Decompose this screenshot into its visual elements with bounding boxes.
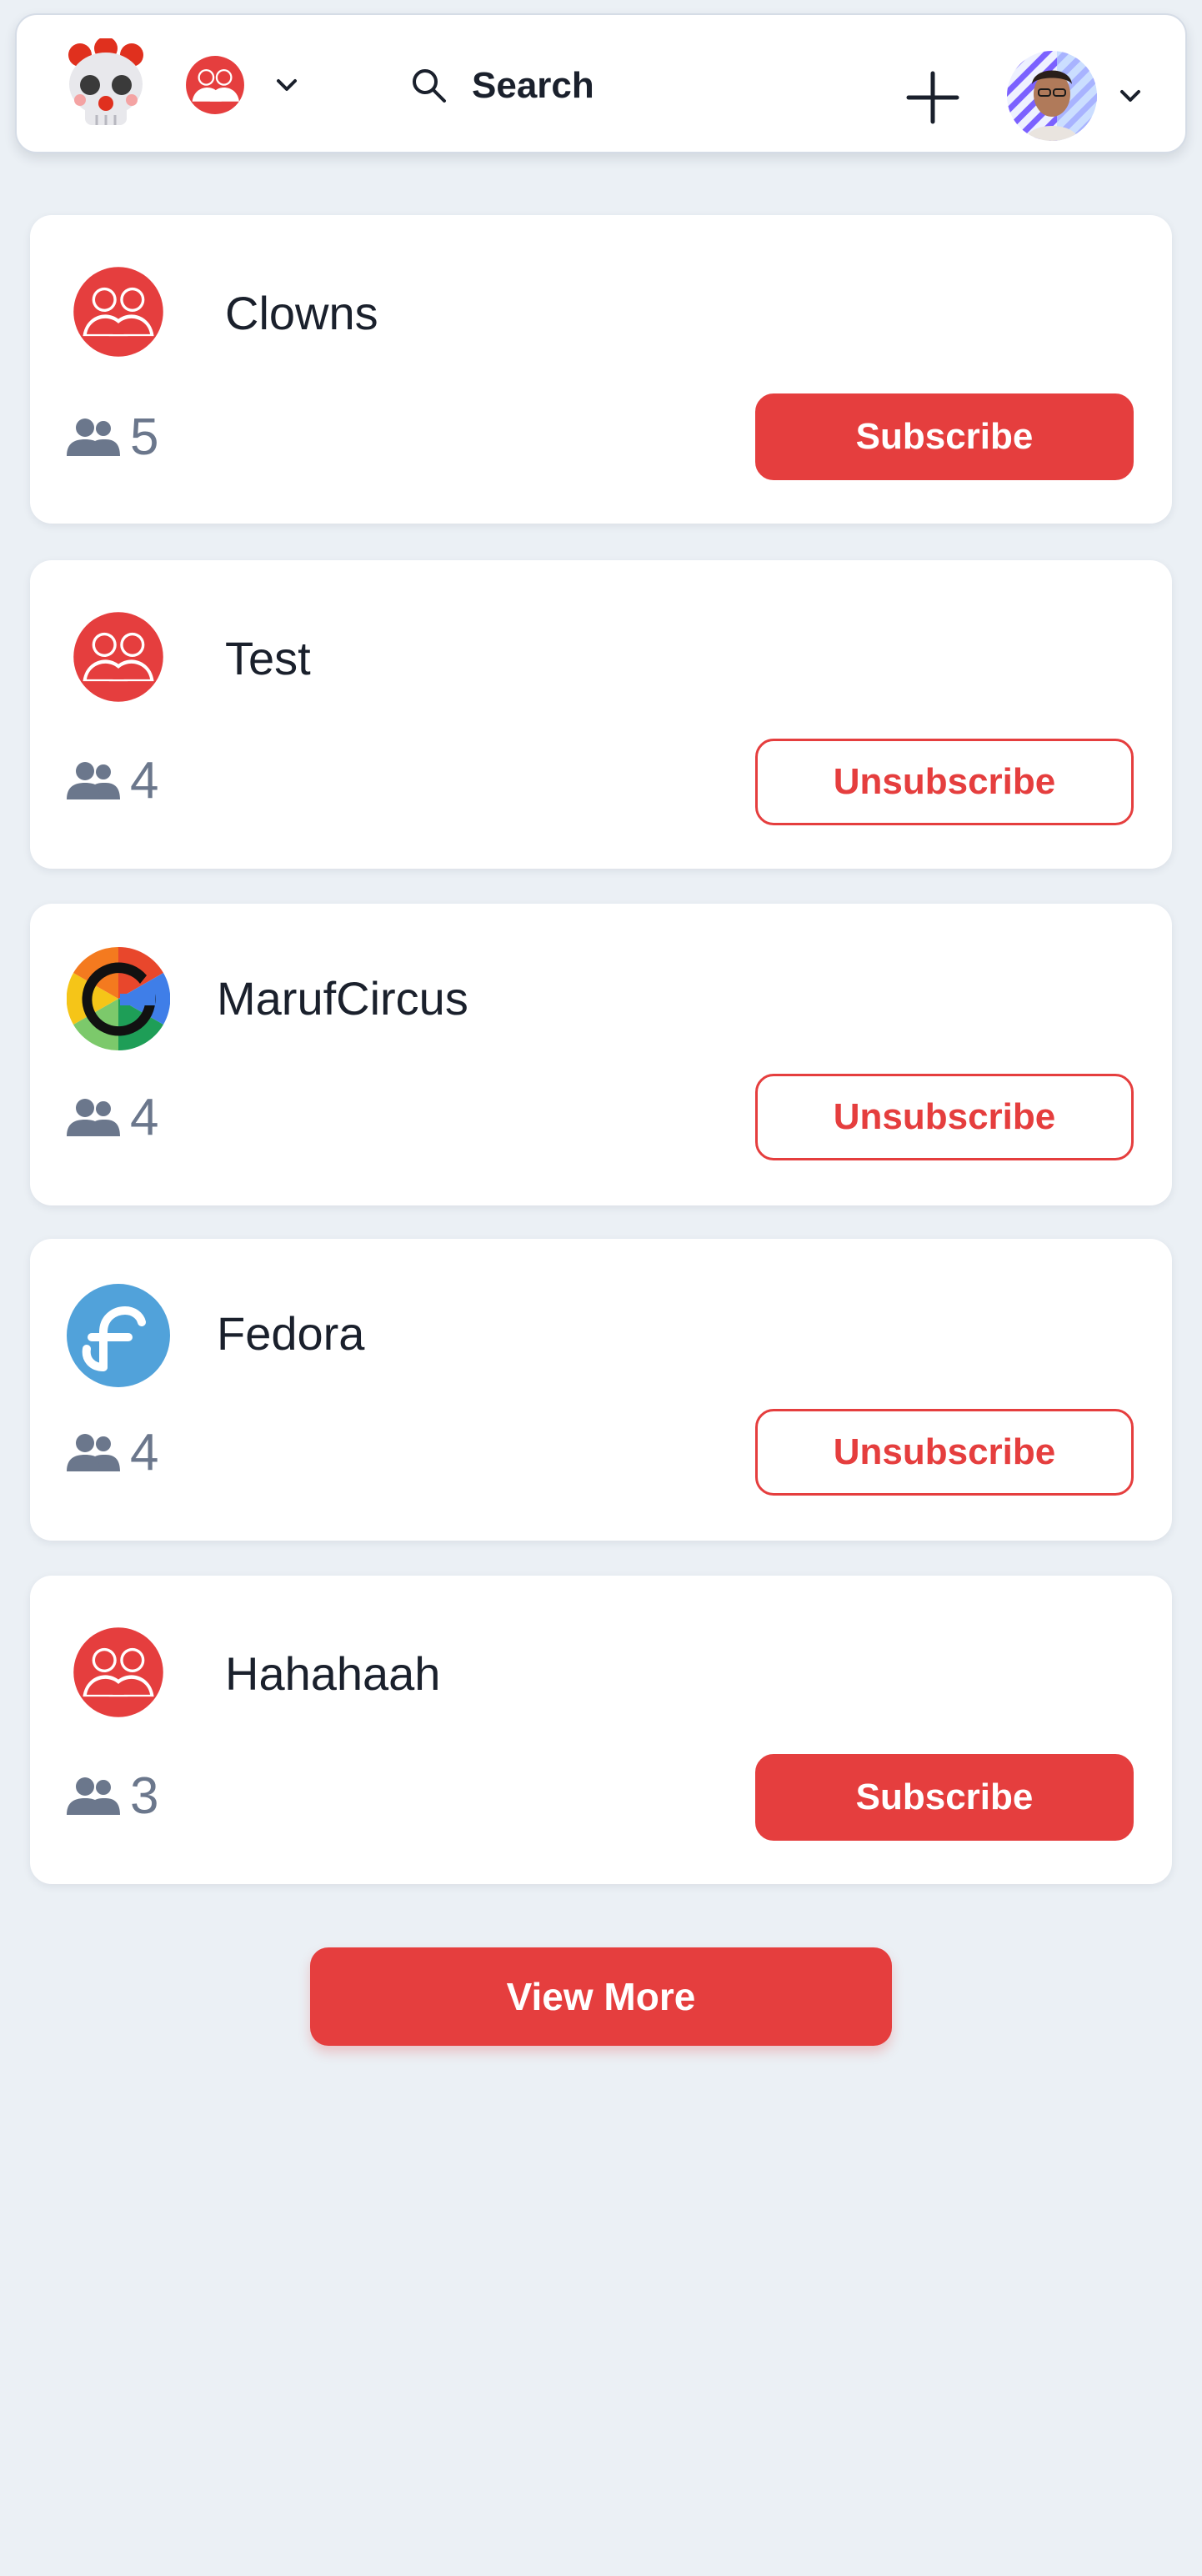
skull-clown-logo-icon[interactable] xyxy=(60,38,152,132)
unsubscribe-button[interactable]: Unsubscribe xyxy=(755,739,1134,825)
community-name[interactable]: Clowns xyxy=(225,290,378,337)
member-count: 4 xyxy=(67,1427,158,1479)
community-card: Hahahaah 3 Subscribe xyxy=(30,1576,1172,1884)
subscribe-button[interactable]: Subscribe xyxy=(755,393,1134,480)
fedora-icon xyxy=(67,1284,170,1387)
users-icon xyxy=(67,762,120,799)
community-switcher[interactable] xyxy=(183,52,333,118)
community-name[interactable]: Test xyxy=(225,635,311,682)
community-group-icon xyxy=(73,267,163,357)
community-name[interactable]: Hahahaah xyxy=(225,1651,440,1697)
avatar xyxy=(1007,51,1097,141)
community-group-icon xyxy=(73,612,163,702)
search-icon xyxy=(413,69,446,103)
member-count-value: 4 xyxy=(130,1424,159,1481)
users-icon xyxy=(67,1099,120,1136)
community-name[interactable]: MarufCircus xyxy=(217,975,468,1022)
users-icon xyxy=(67,1434,120,1471)
community-name[interactable]: Fedora xyxy=(217,1311,364,1357)
unsubscribe-button[interactable]: Unsubscribe xyxy=(755,1074,1134,1160)
member-count-value: 3 xyxy=(130,1767,159,1825)
member-count-value: 4 xyxy=(130,1089,159,1146)
chevron-down-icon xyxy=(277,79,297,91)
community-group-icon xyxy=(186,56,244,114)
google-g-icon xyxy=(67,947,170,1050)
top-navbar: Search xyxy=(15,13,1187,153)
member-count-value: 5 xyxy=(130,408,159,466)
plus-icon[interactable] xyxy=(905,70,960,125)
community-card: MarufCircus 4 Unsubscribe xyxy=(30,904,1172,1205)
unsubscribe-button[interactable]: Unsubscribe xyxy=(755,1409,1134,1496)
profile-menu[interactable] xyxy=(1007,50,1157,142)
users-icon xyxy=(67,1777,120,1815)
member-count: 4 xyxy=(67,1092,158,1144)
community-card: Clowns 5 Subscribe xyxy=(30,215,1172,524)
member-count-value: 4 xyxy=(130,752,159,809)
users-icon xyxy=(67,418,120,456)
community-card: Test 4 Unsubscribe xyxy=(30,560,1172,869)
member-count: 3 xyxy=(67,1771,158,1822)
chevron-down-icon xyxy=(1120,90,1140,102)
subscribe-button[interactable]: Subscribe xyxy=(755,1754,1134,1841)
view-more-button[interactable]: View More xyxy=(310,1947,892,2046)
community-group-icon xyxy=(73,1627,163,1717)
search-label: Search xyxy=(472,65,594,106)
member-count: 4 xyxy=(67,755,158,807)
member-count: 5 xyxy=(67,412,158,464)
search-button[interactable]: Search xyxy=(408,57,594,115)
community-card: Fedora 4 Unsubscribe xyxy=(30,1239,1172,1541)
